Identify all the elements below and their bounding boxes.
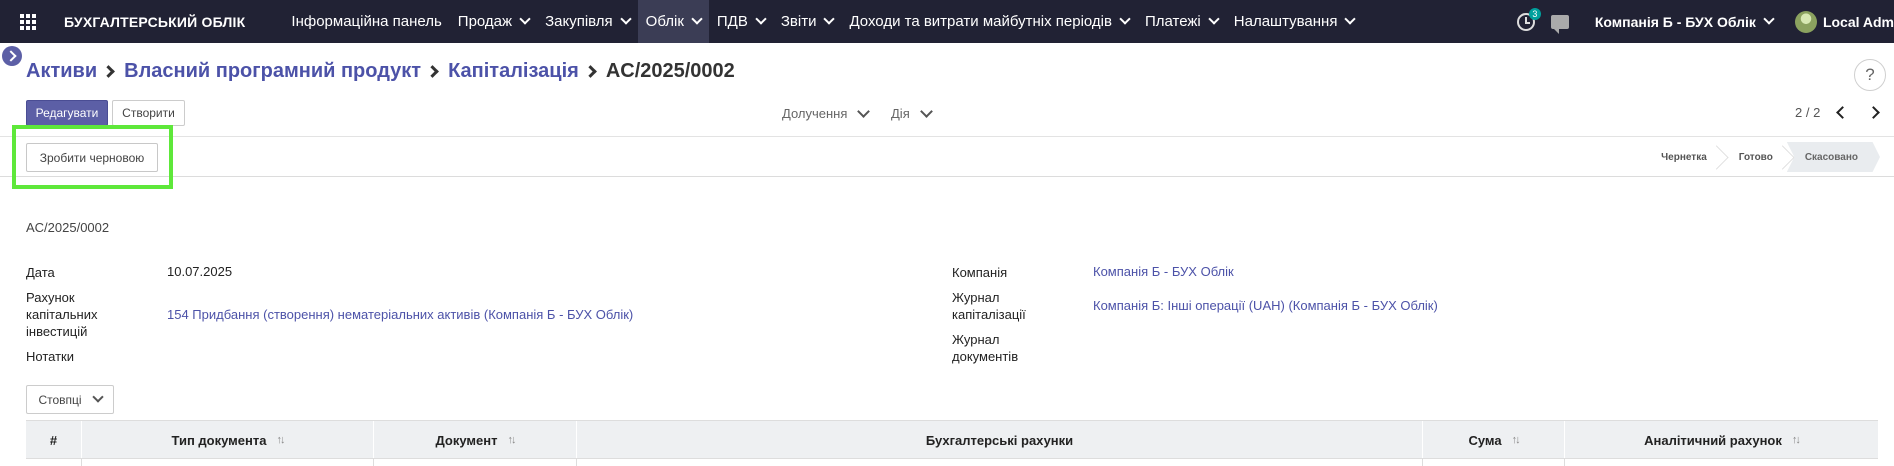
column-header-doc-type[interactable]: Тип документа ↑↓ [82,421,374,459]
menu-vat[interactable]: ПДВ [709,0,773,43]
chevron-right-icon [426,65,439,78]
apps-grid-icon[interactable] [20,13,36,30]
chat-icon[interactable] [1550,14,1569,34]
column-header-accounts[interactable]: Бухгалтерські рахунки [577,421,1423,459]
company-switcher[interactable]: Компанія Б - БУХ Облік [1594,13,1775,30]
company-link[interactable]: Компанія Б - БУХ Облік [1093,264,1234,279]
breadcrumb: Активи Власний програмний продукт Капіта… [26,60,735,83]
column-header-amount[interactable]: Сума ↑↓ [1423,421,1565,459]
chevron-right-icon [102,65,116,78]
action-dropdown-label: Дія [891,106,910,121]
stage-cancelled[interactable]: Скасовано [1786,142,1880,172]
record-name: AC/2025/0002 [26,220,110,235]
company-switcher-label: Компанія Б - БУХ Облік [1594,13,1756,30]
chevron-down-icon [1763,13,1775,25]
pager: 2 / 2 [1795,105,1881,120]
menu-settings[interactable]: Налаштування [1226,0,1363,43]
statusbar: Зробити черновою Чернетка Готово Скасова… [0,137,1894,177]
breadcrumb-assets[interactable]: Активи [26,60,97,83]
navbar-systray: 3 Компанія Б - БУХ Облік Local Adm [1516,0,1894,43]
chevron-down-icon [91,391,104,403]
help-button[interactable]: ? [1854,59,1886,91]
stage-pipeline: Чернетка Готово Скасовано [1643,142,1880,172]
breadcrumb-software[interactable]: Власний програмний продукт [124,60,421,83]
create-button[interactable]: Створити [112,100,185,126]
columns-dropdown[interactable]: Стовпці [26,385,114,414]
menu-dashboard[interactable]: Інформаційна панель [283,0,449,43]
menu-payments[interactable]: Платежі [1137,0,1226,43]
sort-icon: ↑↓ [507,434,517,446]
avatar[interactable] [1794,10,1817,33]
company-label: Компанія [952,265,1008,280]
sort-icon: ↑↓ [276,434,285,446]
menu-purchases[interactable]: Закупівля [537,0,638,43]
action-dropdown[interactable]: Дія [891,104,933,121]
table-row [26,458,1878,466]
menu-reports[interactable]: Звіти [773,0,842,43]
chevron-down-icon [1344,13,1357,25]
chevron-down-icon [519,13,531,25]
chevron-down-icon [755,13,767,25]
main-menu: Інформаційна панель Продаж Закупівля Обл… [283,0,1362,43]
chevron-down-icon [823,13,836,25]
attachments-dropdown[interactable]: Долучення [782,104,871,121]
column-header-number[interactable]: # [26,421,82,459]
notes-label: Нотатки [26,349,74,364]
menu-accounting[interactable]: Облік [637,0,709,43]
menu-deferred[interactable]: Доходи та витрати майбутніх періодів [841,0,1137,43]
chevron-down-icon [691,13,703,25]
chevron-down-icon [919,104,933,118]
attachments-dropdown-label: Долучення [782,106,848,121]
breadcrumb-capitalization[interactable]: Капіталізація [448,60,579,83]
columns-dropdown-label: Стовпці [38,392,82,407]
date-value: 10.07.2025 [167,264,233,279]
column-header-document[interactable]: Документ ↑↓ [374,421,577,459]
pager-prev-icon[interactable] [1836,106,1850,119]
chevron-right-icon [583,65,597,78]
chevron-down-icon [1208,13,1220,25]
activity-count-badge: 3 [1528,7,1541,20]
app-brand[interactable]: БУХГАЛТЕРСЬКИЙ ОБЛІК [64,14,245,30]
date-label: Дата [26,265,55,280]
doc-journal-label: Журнал документів [952,332,1019,364]
chevron-down-icon [1119,13,1131,25]
user-menu[interactable]: Local Adm [1823,14,1894,30]
journal-label: Журнал капіталізації [952,290,1026,322]
pager-next-icon[interactable] [1867,106,1881,119]
page-title: AC/2025/0002 [605,60,735,82]
account-label: Рахунок капітальних інвестицій [26,290,98,339]
chevron-down-icon [857,104,871,118]
highlight-box [12,125,173,189]
edit-button[interactable]: Редагувати [26,100,108,126]
activity-clock-icon[interactable]: 3 [1516,7,1541,31]
sort-icon: ↑↓ [1791,434,1801,446]
account-link[interactable]: 154 Придбання (створення) нематеріальних… [167,307,633,322]
sort-icon: ↑↓ [1511,434,1521,446]
stage-draft[interactable]: Чернетка [1643,142,1721,172]
top-navbar: БУХГАЛТЕРСЬКИЙ ОБЛІК Інформаційна панель… [0,0,1894,43]
chevron-down-icon [619,13,632,25]
menu-sales[interactable]: Продаж [450,0,537,43]
pager-value[interactable]: 2 / 2 [1795,105,1820,120]
sidebar-toggle-icon[interactable] [2,46,22,66]
stage-done[interactable]: Готово [1721,142,1787,172]
journal-link[interactable]: Компанія Б: Інші операції (UAH) (Компані… [1093,298,1438,313]
column-header-analytic[interactable]: Аналітичний рахунок ↑↓ [1565,421,1878,459]
